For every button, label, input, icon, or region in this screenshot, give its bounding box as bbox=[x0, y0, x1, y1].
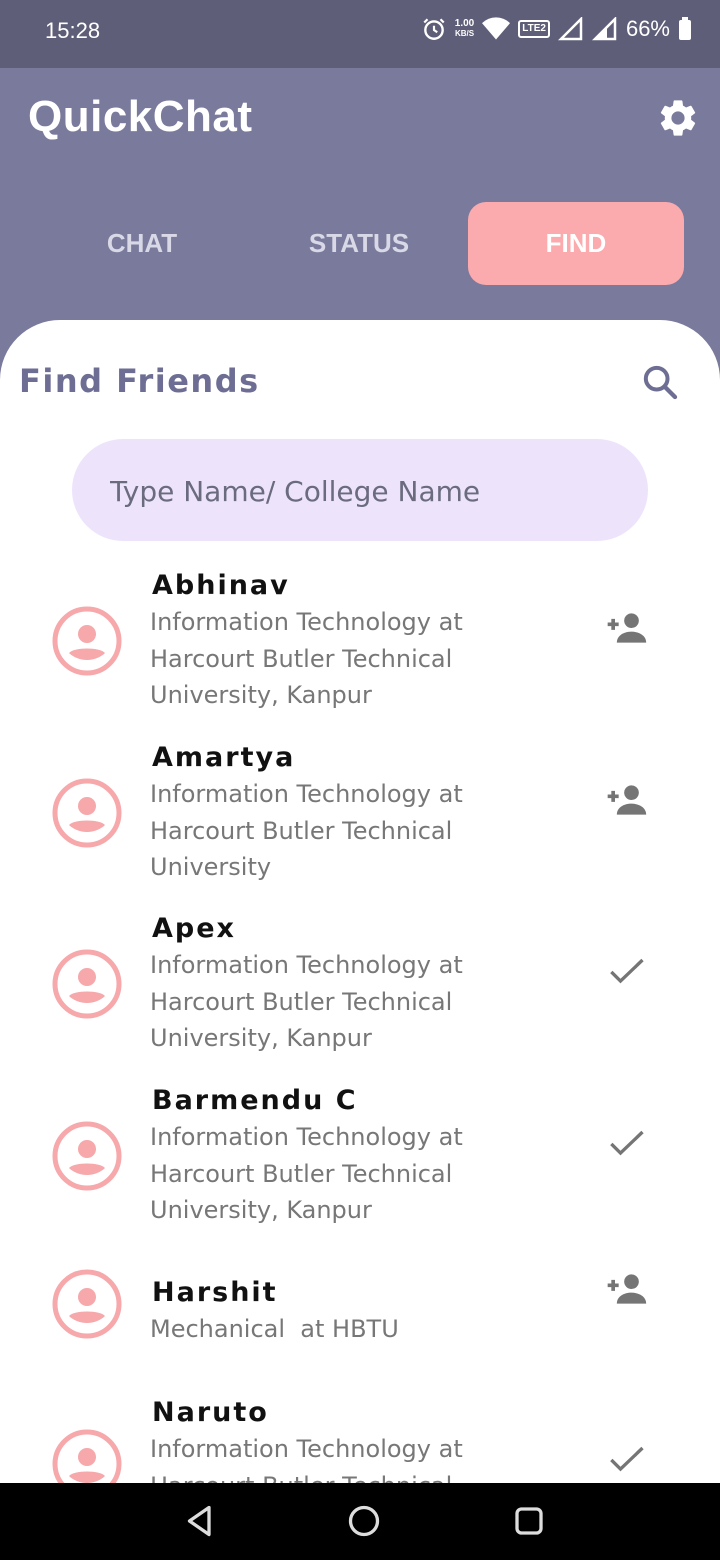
friend-list-item[interactable]: Amartya Information Technology at Harcourt… bbox=[0, 742, 720, 912]
avatar-icon bbox=[52, 1269, 122, 1339]
description-line: Harcourt Butler Technical bbox=[150, 1468, 510, 1484]
friend-name: Apex bbox=[152, 913, 236, 944]
added-check-icon[interactable] bbox=[604, 949, 648, 993]
description-line: Information Technology at bbox=[150, 951, 463, 979]
description-line: University, Kanpur bbox=[150, 1024, 372, 1052]
description-line: Harcourt Butler Technical bbox=[150, 644, 453, 673]
avatar-icon bbox=[52, 606, 122, 676]
friend-description: Information Technology at Harcourt Butler… bbox=[150, 776, 510, 886]
description-line: Mechanical at HBTU bbox=[150, 1315, 399, 1343]
tab-status[interactable]: STATUS bbox=[251, 202, 467, 285]
add-friend-icon[interactable] bbox=[604, 778, 648, 822]
search-icon[interactable] bbox=[640, 362, 680, 402]
avatar-icon bbox=[52, 1429, 122, 1483]
friend-description: Information Technology at Harcourt Butler… bbox=[150, 947, 510, 1057]
description-line: Harcourt Butler Technical bbox=[150, 1159, 453, 1188]
system-nav-bar bbox=[0, 1483, 720, 1560]
description-line: Information Technology at bbox=[150, 608, 463, 636]
friend-name: Naruto bbox=[152, 1397, 269, 1428]
section-title: Find Friends bbox=[19, 362, 260, 400]
avatar-icon bbox=[52, 778, 122, 848]
add-friend-icon[interactable] bbox=[604, 606, 648, 650]
avatar-icon bbox=[52, 1121, 122, 1191]
friend-description: Information Technology at Harcourt Butler… bbox=[150, 1431, 510, 1483]
app-title: QuickChat bbox=[28, 92, 253, 141]
battery-icon bbox=[679, 17, 691, 40]
status-bar: 15:28 1.00 KB/S LTE2 66% bbox=[0, 0, 720, 68]
back-icon[interactable] bbox=[182, 1503, 218, 1539]
search-input[interactable] bbox=[108, 439, 612, 543]
description-line: University, Kanpur bbox=[150, 681, 372, 709]
search-field[interactable] bbox=[72, 439, 648, 543]
added-check-icon[interactable] bbox=[604, 1437, 648, 1481]
friend-list-item[interactable]: Barmendu C Information Technology at Harco… bbox=[0, 1085, 720, 1255]
description-line: Harcourt Butler Technical bbox=[150, 816, 453, 845]
description-line: Harcourt Butler Technical bbox=[150, 987, 453, 1016]
avatar-icon bbox=[52, 949, 122, 1019]
friend-name: Barmendu C bbox=[152, 1085, 358, 1116]
battery-percent: 66% bbox=[625, 16, 670, 41]
description-line: University, Kanpur bbox=[150, 1196, 372, 1224]
find-panel: Find Friends AbhinavInformation Technolo… bbox=[0, 320, 720, 1483]
add-friend-icon[interactable] bbox=[604, 1267, 648, 1311]
tab-find[interactable]: FIND bbox=[468, 202, 684, 285]
signal-roaming-icon bbox=[591, 17, 617, 41]
description-line: University bbox=[150, 853, 272, 881]
friend-description: Information Technology at Harcourt Butler… bbox=[150, 604, 510, 714]
description-line: Information Technology at bbox=[150, 1123, 463, 1151]
friend-name: Abhinav bbox=[152, 570, 290, 601]
status-time: 15:28 bbox=[45, 18, 101, 43]
friend-name: Harshit bbox=[152, 1277, 278, 1308]
recents-icon[interactable] bbox=[511, 1503, 547, 1539]
friend-name: Amartya bbox=[152, 742, 296, 773]
friend-list-item[interactable]: Abhinav Information Technology at Harcourt… bbox=[0, 570, 720, 740]
friend-list-item[interactable]: Naruto Information Technology at Harcourt … bbox=[0, 1397, 720, 1483]
description-line: Information Technology at bbox=[150, 1435, 463, 1463]
status-icons: 1.00 KB/S LTE2 66% bbox=[421, 16, 692, 42]
friend-list-item[interactable]: Apex Information Technology at Harcourt Bu… bbox=[0, 913, 720, 1083]
signal-icon bbox=[557, 17, 583, 41]
description-line: Information Technology at bbox=[150, 780, 463, 808]
friend-description: Information Technology at Harcourt Butler… bbox=[150, 1119, 510, 1229]
wifi-icon bbox=[482, 17, 511, 40]
alarm-icon bbox=[423, 18, 445, 40]
tab-chat[interactable]: CHAT bbox=[34, 202, 250, 285]
lte-icon: LTE2 bbox=[518, 20, 550, 38]
friend-description: Mechanical at HBTU bbox=[150, 1311, 510, 1348]
settings-gear-icon[interactable] bbox=[656, 96, 700, 140]
network-speed: 1.00 KB/S bbox=[454, 18, 475, 39]
home-icon[interactable] bbox=[346, 1503, 382, 1539]
added-check-icon[interactable] bbox=[604, 1121, 648, 1165]
